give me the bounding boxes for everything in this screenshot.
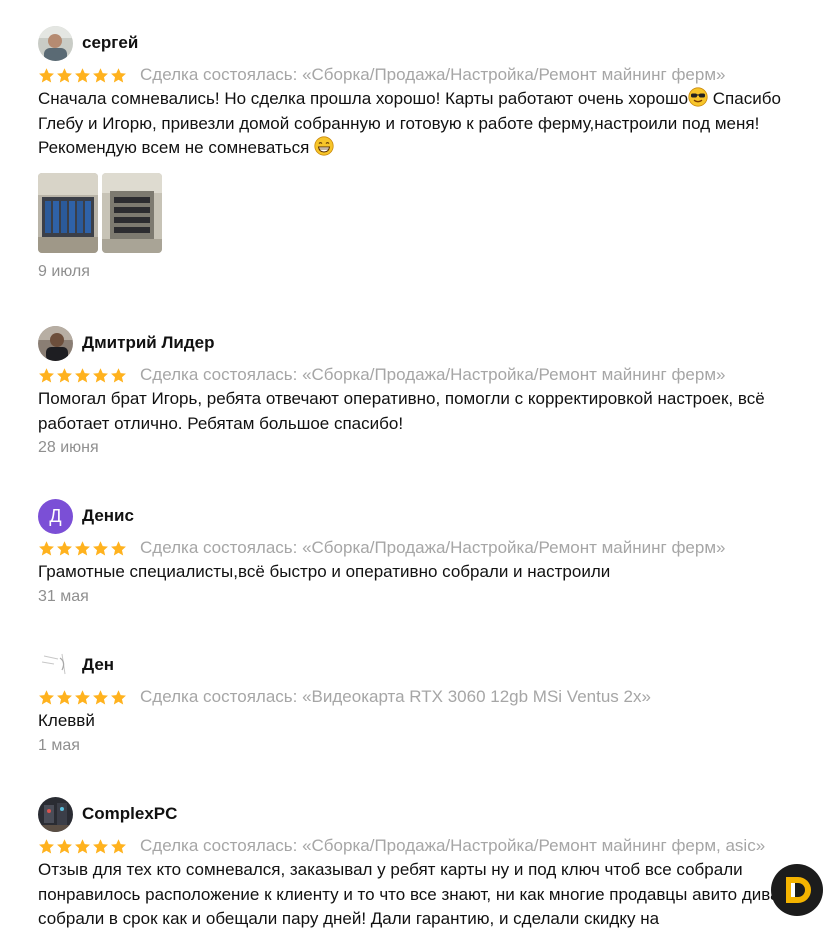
star-icon xyxy=(111,838,126,853)
deal-info[interactable]: Сделка состоялась: «Сборка/Продажа/Настр… xyxy=(140,836,765,856)
avatar[interactable] xyxy=(38,325,73,361)
sunglasses-emoji xyxy=(688,87,708,107)
review-text: Помогал брат Игорь, ребята отвечают опер… xyxy=(38,389,765,433)
reviewer-name[interactable]: сергей xyxy=(82,33,138,53)
star-icon xyxy=(75,540,90,555)
avatar-letter: Д xyxy=(49,505,62,526)
review-date: 9 июля xyxy=(38,262,90,280)
review-item: Дмитрий Лидер Сделка состоялась: «Сборка… xyxy=(38,325,818,457)
avatar[interactable] xyxy=(38,796,73,832)
avatar[interactable] xyxy=(38,25,73,61)
review-item: Ден Сделка состоялась: «Видеокарта RTX 3… xyxy=(38,647,818,755)
review-text: Отзыв для тех кто сомневался, заказывал … xyxy=(38,860,812,928)
review-item: ComplexPC Сделка состоялась: «Сборка/Про… xyxy=(38,796,818,932)
rating-stars xyxy=(38,540,127,557)
review-text: Грамотные специалисты,всё быстро и опера… xyxy=(38,562,611,581)
star-icon xyxy=(57,67,72,82)
star-icon xyxy=(75,838,90,853)
grin-emoji xyxy=(314,136,334,156)
star-icon xyxy=(39,689,54,704)
star-icon xyxy=(93,367,108,382)
star-icon xyxy=(93,689,108,704)
avatar[interactable]: Д xyxy=(38,498,73,534)
chat-widget-icon xyxy=(786,877,811,903)
deal-info[interactable]: Сделка состоялась: «Сборка/Продажа/Настр… xyxy=(140,538,726,558)
deal-info[interactable]: Сделка состоялась: «Сборка/Продажа/Настр… xyxy=(140,65,726,85)
star-icon xyxy=(93,838,108,853)
review-date: 1 мая xyxy=(38,736,80,754)
reviewer-name[interactable]: Ден xyxy=(82,655,114,675)
review-text: Клеввй xyxy=(38,711,95,730)
review-photos xyxy=(38,172,818,253)
star-icon xyxy=(39,67,54,82)
review-text: Сначала сомневались! Но сделка прошла хо… xyxy=(38,87,781,157)
star-icon xyxy=(111,689,126,704)
star-icon xyxy=(39,540,54,555)
chat-widget-button[interactable] xyxy=(771,864,823,916)
star-icon xyxy=(111,67,126,82)
star-icon xyxy=(75,367,90,382)
reviewer-name[interactable]: ComplexPC xyxy=(82,804,177,824)
star-icon xyxy=(75,67,90,82)
deal-info[interactable]: Сделка состоялась: «Видеокарта RTX 3060 … xyxy=(140,687,651,707)
rating-stars xyxy=(38,689,127,706)
rating-stars xyxy=(38,67,127,84)
review-date: 31 мая xyxy=(38,587,89,605)
rating-stars xyxy=(38,367,127,384)
star-icon xyxy=(57,838,72,853)
rating-stars xyxy=(38,838,127,855)
reviewer-name[interactable]: Денис xyxy=(82,506,134,526)
star-icon xyxy=(93,540,108,555)
review-photo[interactable] xyxy=(38,172,98,253)
star-icon xyxy=(93,67,108,82)
review-date: 28 июня xyxy=(38,439,99,456)
star-icon xyxy=(111,367,126,382)
reviewer-name[interactable]: Дмитрий Лидер xyxy=(82,333,214,353)
review-item: сергей Сделка состоялась: «Сборка/Продаж… xyxy=(38,25,818,281)
review-photo[interactable] xyxy=(102,172,162,253)
star-icon xyxy=(57,689,72,704)
star-icon xyxy=(57,367,72,382)
review-item: Д Денис Сделка состоялась: «Сборка/Прода… xyxy=(38,498,818,606)
avatar[interactable] xyxy=(38,647,73,683)
star-icon xyxy=(39,367,54,382)
deal-info[interactable]: Сделка состоялась: «Сборка/Продажа/Настр… xyxy=(140,365,726,385)
star-icon xyxy=(39,838,54,853)
star-icon xyxy=(75,689,90,704)
star-icon xyxy=(57,540,72,555)
star-icon xyxy=(111,540,126,555)
